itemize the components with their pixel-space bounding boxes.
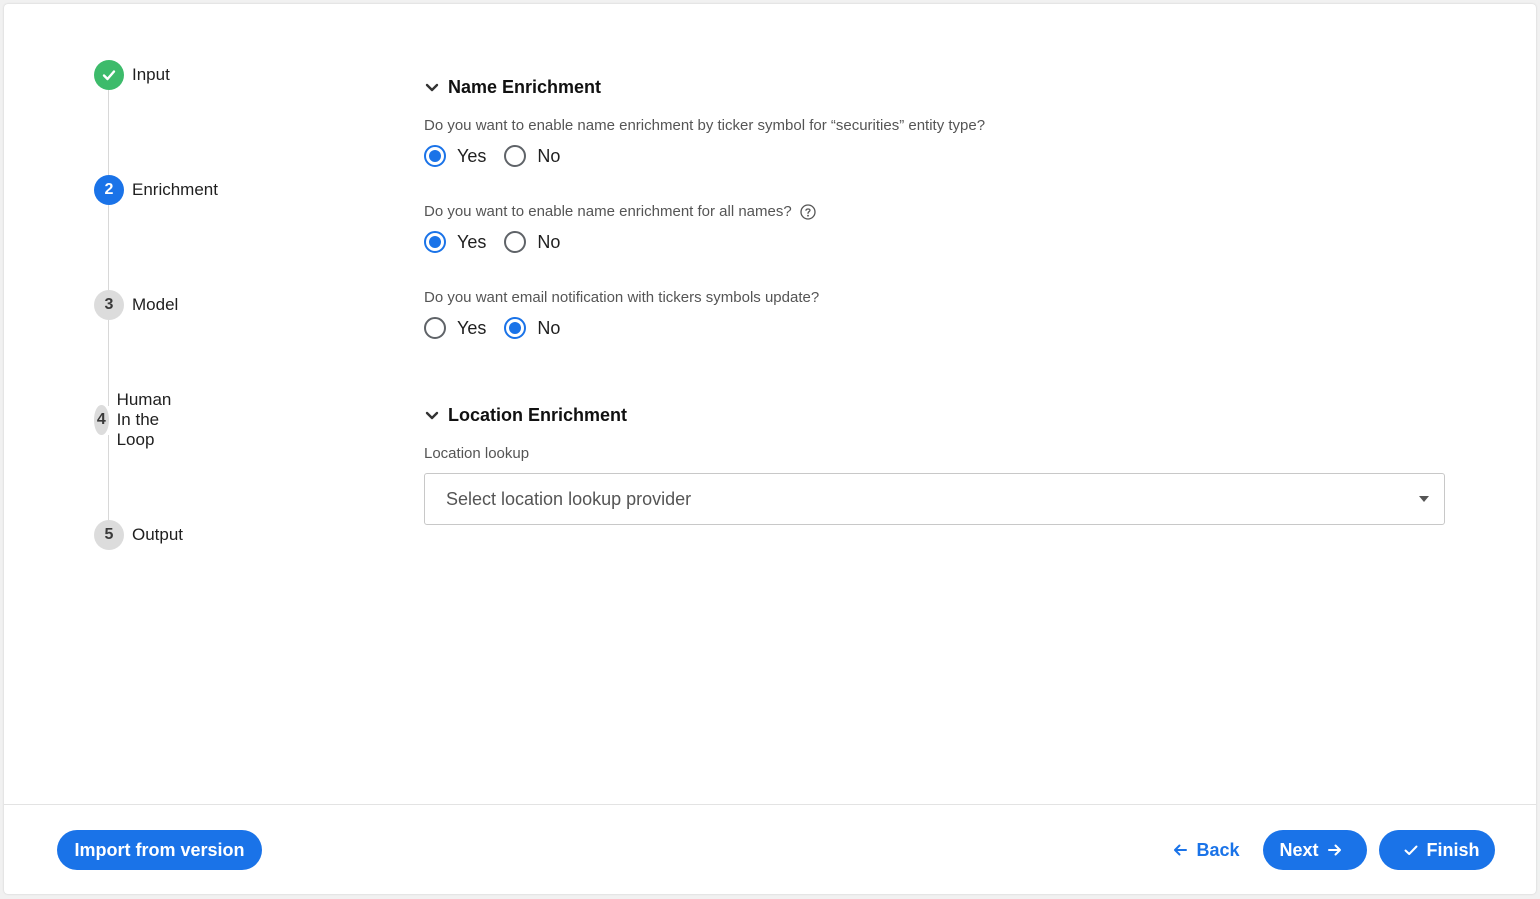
step-connector — [108, 205, 109, 291]
radio-button[interactable] — [424, 231, 446, 253]
radio-button[interactable] — [424, 317, 446, 339]
select-placeholder: Select location lookup provider — [446, 488, 692, 509]
step-human-in-the-loop[interactable]: 4 Human In the Loop — [94, 390, 187, 449]
name-enrichment-header[interactable]: Name Enrichment — [424, 77, 601, 98]
radio-button[interactable] — [504, 317, 527, 339]
step-label: Output — [132, 525, 184, 544]
step-input[interactable]: Input — [94, 60, 170, 90]
radio-label: Yes — [457, 145, 487, 166]
step-number: 4 — [94, 405, 109, 435]
step-number: 2 — [94, 175, 124, 205]
radio-option-yes[interactable]: Yes — [424, 231, 486, 253]
back-button[interactable]: Back — [1152, 830, 1252, 870]
finish-button[interactable]: Finish — [1379, 830, 1495, 870]
radio-label: Yes — [457, 317, 487, 338]
radio-option-yes[interactable]: Yes — [424, 317, 486, 339]
radio-label: No — [537, 231, 561, 252]
question-text: Do you want to enable name enrichment by… — [424, 117, 986, 134]
dropdown-arrow-icon — [1419, 496, 1429, 502]
step-number: 3 — [94, 290, 124, 320]
step-connector — [108, 435, 109, 521]
question-email-notification: Do you want email notification with tick… — [424, 289, 819, 306]
location-lookup-select[interactable]: Select location lookup provider — [424, 473, 1445, 525]
radio-button[interactable] — [424, 145, 446, 167]
radio-label: Yes — [457, 231, 487, 252]
step-connector — [108, 90, 109, 176]
step-model[interactable]: 3 Model — [94, 290, 178, 320]
section-title: Name Enrichment — [448, 77, 602, 97]
button-label: Import from version — [74, 839, 245, 860]
question-text: Do you want email notification with tick… — [424, 289, 820, 306]
chevron-down-icon[interactable] — [424, 80, 440, 96]
help-circle-icon[interactable] — [800, 203, 816, 220]
button-label: Back — [1196, 839, 1240, 860]
check-icon — [94, 60, 124, 90]
step-label: Model — [132, 295, 179, 314]
radio-option-no[interactable]: No — [504, 317, 560, 339]
location-enrichment-header[interactable]: Location Enrichment — [424, 405, 627, 426]
step-label: Enrichment — [132, 180, 218, 199]
radio-label: No — [537, 317, 561, 338]
chevron-down-icon[interactable] — [424, 408, 440, 424]
radio-button[interactable] — [504, 145, 527, 167]
import-from-version-button[interactable]: Import from version — [57, 830, 262, 870]
radio-button[interactable] — [504, 231, 527, 253]
radio-option-no[interactable]: No — [504, 231, 560, 253]
arrow-right-icon — [1327, 844, 1341, 856]
radio-option-no[interactable]: No — [504, 145, 560, 167]
question-text: Do you want to enable name enrichment fo… — [424, 203, 792, 220]
location-lookup-label: Location lookup — [424, 445, 530, 462]
step-number: 5 — [94, 520, 124, 550]
wizard-card: Input 2 Enrichment 3 Model 4 Human In th… — [4, 4, 1536, 894]
radio-group-ticker-enrichment: Yes No — [424, 145, 578, 167]
step-output[interactable]: 5 Output — [94, 520, 183, 550]
question-all-names-enrichment: Do you want to enable name enrichment fo… — [424, 203, 816, 220]
radio-label: No — [537, 145, 561, 166]
section-title: Location Enrichment — [448, 405, 628, 425]
step-connector — [108, 320, 109, 406]
footer-divider — [4, 804, 1536, 805]
check-icon — [1404, 845, 1417, 855]
radio-group-email-notification: Yes No — [424, 317, 578, 339]
next-button[interactable]: Next — [1263, 830, 1367, 870]
button-label: Next — [1279, 839, 1319, 860]
question-ticker-enrichment: Do you want to enable name enrichment by… — [424, 117, 985, 134]
step-label: Input — [132, 65, 170, 84]
button-label: Finish — [1426, 839, 1480, 860]
radio-group-all-names-enrichment: Yes No — [424, 231, 578, 253]
step-label: Human In the Loop — [116, 390, 172, 449]
step-enrichment[interactable]: 2 Enrichment — [94, 175, 218, 205]
radio-option-yes[interactable]: Yes — [424, 145, 486, 167]
arrow-left-icon — [1174, 844, 1188, 856]
